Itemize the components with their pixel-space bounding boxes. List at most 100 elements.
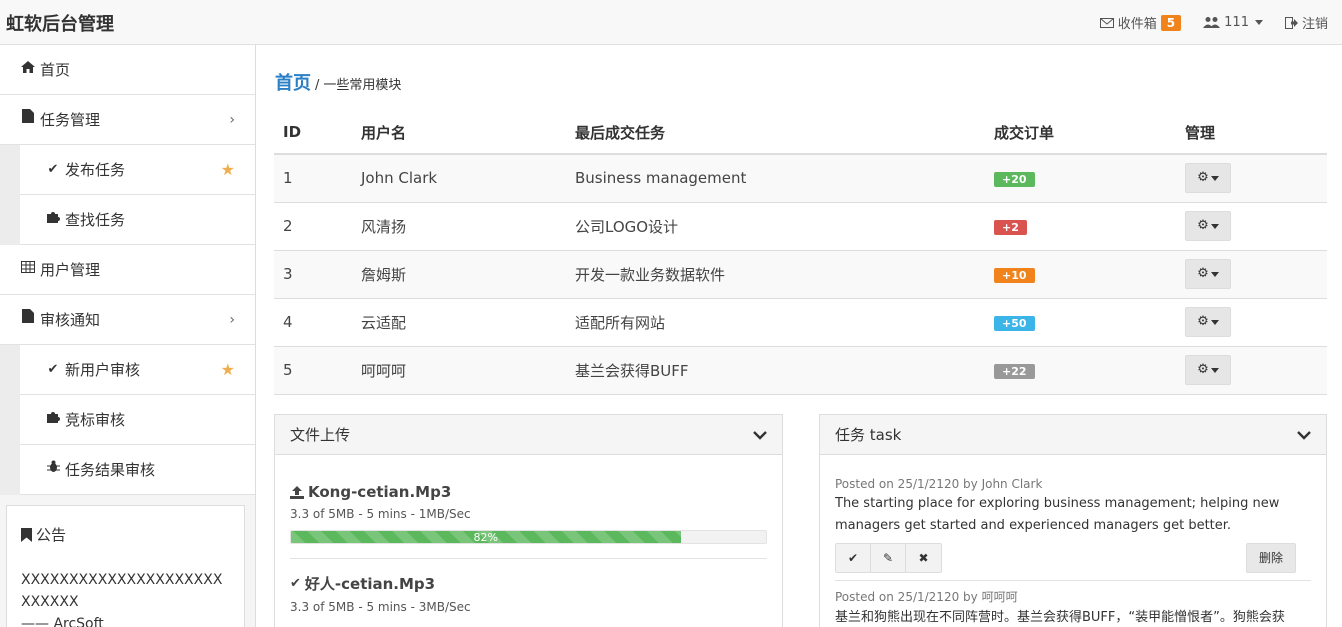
table-header-row: ID 用户名 最后成交任务 成交订单 管理 (274, 111, 1327, 155)
check-icon: ✔ (290, 576, 301, 591)
notice-body: XXXXXXXXXXXXXXXXXXXXXXXXXXX (21, 572, 223, 610)
caret-down-icon (1210, 320, 1219, 325)
sidebar-item-label: 新用户审核 (65, 360, 141, 379)
sidebar-item-result-review[interactable]: 任务结果审核 (20, 445, 255, 495)
app-brand[interactable]: 虹软后台管理 (6, 10, 114, 36)
orders-badge: +50 (994, 316, 1035, 331)
divider (290, 558, 767, 559)
sidebar-item-publish-task[interactable]: ✔ 发布任务 ★ (20, 145, 255, 195)
top-navbar: 虹软后台管理 收件箱 5 111 注销 (0, 0, 1342, 45)
sidebar-item-find-task[interactable]: 查找任务 (20, 195, 255, 245)
orders-table: ID 用户名 最后成交任务 成交订单 管理 1 John Clark Busines… (274, 111, 1327, 395)
inbox-count-badge: 5 (1160, 14, 1182, 31)
cell-id: 3 (274, 250, 352, 299)
approve-button[interactable]: ✔ (836, 544, 871, 572)
upload-item: ✔ 好人-cetian.Mp3 3.3 of 5MB - 5 mins - 3M… (275, 573, 782, 614)
bug-icon (45, 445, 61, 495)
cell-manage: ⚙ (1176, 250, 1327, 299)
cell-id: 4 (274, 298, 352, 347)
notice-panel: 公告 XXXXXXXXXXXXXXXXXXXXXXXXXXX —— ArcSof… (6, 505, 245, 627)
sidebar-item-task-manage[interactable]: 任务管理 › (0, 95, 255, 145)
reject-button[interactable]: ✖ (906, 544, 941, 572)
sidebar-item-label: 查找任务 (65, 210, 126, 229)
user-menu[interactable]: 111 (1203, 15, 1263, 30)
upload-panel-title: 文件上传 (290, 426, 351, 444)
puzzle-icon (45, 395, 61, 445)
caret-down-icon (1254, 20, 1263, 25)
cell-manage: ⚙ (1176, 298, 1327, 347)
sidebar-item-label: 首页 (40, 60, 71, 79)
chevron-right-icon: › (229, 112, 235, 128)
sidebar-item-new-user-review[interactable]: ✔ 新用户审核 ★ (20, 345, 255, 395)
task-author[interactable]: 呵呵呵 (982, 590, 1018, 604)
edit-button[interactable]: ✎ (871, 544, 906, 572)
sidebar-item-home[interactable]: 首页 (0, 45, 255, 95)
task-submenu: ✔ 发布任务 ★ 查找任务 (0, 145, 255, 245)
review-submenu: ✔ 新用户审核 ★ 竞标审核 任务结果审核 (0, 345, 255, 495)
delete-button[interactable]: 删除 (1246, 543, 1296, 573)
check-icon: ✔ (47, 161, 59, 177)
cell-manage: ⚙ (1176, 202, 1327, 251)
task-author[interactable]: John Clark (982, 477, 1043, 491)
bookmark-icon (21, 527, 32, 542)
task-meta: Posted on 25/1/2120 by 呵呵呵 (835, 588, 1311, 605)
divider (835, 580, 1311, 581)
manage-dropdown-button[interactable]: ⚙ (1185, 307, 1231, 337)
manage-dropdown-button[interactable]: ⚙ (1185, 163, 1231, 194)
column-header-id: ID (274, 111, 352, 155)
manage-dropdown-button[interactable]: ⚙ (1185, 259, 1231, 289)
breadcrumb-home[interactable]: 首页 (275, 69, 311, 95)
task-body: 基兰和狗熊出现在不同阵营时。基兰会获得BUFF，“装甲能憎恨者”。狗熊会获 (835, 610, 1285, 625)
star-icon: ★ (220, 160, 235, 179)
task-meta-prefix: Posted on 25/1/2120 by (835, 477, 982, 491)
table-row: 3 詹姆斯 开发一款业务数据软件 +10 ⚙ (274, 250, 1327, 299)
cell-orders: +10 (985, 250, 1176, 299)
logout-label: 注销 (1301, 17, 1328, 32)
notice-text: XXXXXXXXXXXXXXXXXXXXXXXXXXX —— ArcSoft (21, 569, 230, 627)
gear-icon: ⚙ (1197, 362, 1209, 377)
column-header-user: 用户名 (352, 111, 566, 155)
users-icon (1203, 17, 1221, 28)
cell-orders: +2 (985, 202, 1176, 251)
inbox-label: 收件箱 (1117, 17, 1157, 32)
chevron-right-icon: › (229, 312, 235, 328)
upload-meta: 3.3 of 5MB - 5 mins - 3MB/Sec (290, 600, 471, 614)
cell-task: 基兰会获得BUFF (566, 346, 985, 395)
sidebar-item-review[interactable]: 审核通知 › (0, 295, 255, 345)
manage-dropdown-button[interactable]: ⚙ (1185, 211, 1231, 241)
sidebar-item-label: 任务结果审核 (65, 460, 156, 479)
upload-progress-bar: 82% (291, 531, 681, 543)
caret-down-icon (1210, 176, 1219, 182)
breadcrumb-current: 一些常用模块 (323, 78, 402, 93)
gear-icon: ⚙ (1197, 170, 1209, 186)
gear-icon: ⚙ (1197, 314, 1209, 329)
notice-sign: —— ArcSoft (21, 616, 104, 627)
table-row: 5 呵呵呵 基兰会获得BUFF +22 ⚙ (274, 346, 1327, 395)
file-name-text: 好人-cetian.Mp3 (304, 575, 436, 593)
upload-icon (290, 485, 304, 499)
sidebar-item-label: 任务管理 (40, 110, 101, 129)
cell-task: Business management (566, 154, 985, 203)
user-name: 111 (1224, 15, 1249, 30)
sign-out-icon (1284, 16, 1298, 29)
sidebar-item-user-manage[interactable]: 用户管理 (0, 245, 255, 295)
task-meta-prefix: Posted on 25/1/2120 by (835, 590, 982, 604)
task-panel: 任务 task Posted on 25/1/2120 by John Clar… (819, 414, 1327, 627)
upload-item: Kong-cetian.Mp3 3.3 of 5MB - 5 mins - 1M… (275, 483, 782, 544)
sidebar: 首页 任务管理 › ✔ 发布任务 ★ 查找任务 用户管理 审核通知 › ✔ 新用… (0, 45, 256, 627)
file-icon (20, 295, 36, 345)
chevron-down-icon[interactable] (1297, 415, 1311, 455)
manage-dropdown-button[interactable]: ⚙ (1185, 355, 1231, 385)
cell-manage: ⚙ (1176, 154, 1327, 203)
caret-down-icon (1210, 272, 1219, 277)
column-header-manage: 管理 (1176, 111, 1327, 155)
table-icon (20, 245, 36, 295)
caret-down-icon (1210, 368, 1219, 373)
logout-link[interactable]: 注销 (1284, 13, 1328, 32)
main-content: 首页 / 一些常用模块 ID 用户名 最后成交任务 成交订单 管理 1 John … (256, 45, 1342, 627)
star-icon: ★ (220, 360, 235, 379)
inbox-link[interactable]: 收件箱 5 (1099, 13, 1182, 32)
file-icon (20, 95, 36, 145)
chevron-down-icon[interactable] (753, 415, 767, 455)
sidebar-item-bid-review[interactable]: 竞标审核 (20, 395, 255, 445)
